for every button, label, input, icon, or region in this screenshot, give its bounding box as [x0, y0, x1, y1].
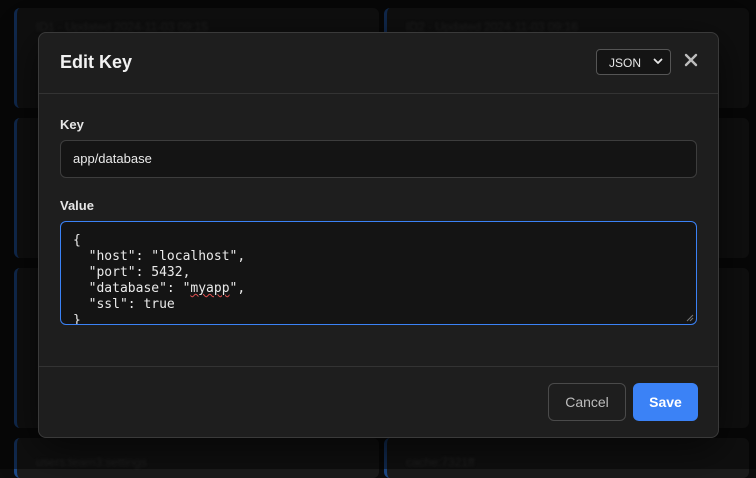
cancel-button[interactable]: Cancel — [548, 383, 626, 421]
key-label: Key — [60, 117, 84, 132]
chevron-down-icon — [653, 58, 663, 64]
dialog-header: Edit Key JSON — [39, 33, 718, 94]
edit-key-dialog: Edit Key JSON Key app/database Value { "… — [38, 32, 719, 438]
code-line: "host": "localhost", — [73, 249, 246, 264]
code-line: } — [73, 313, 81, 325]
dialog-title: Edit Key — [60, 52, 133, 72]
code-line: "database": "myapp", — [73, 281, 684, 297]
footer-divider — [39, 366, 718, 367]
code-line: "ssl": true — [73, 297, 175, 312]
spellcheck-word: myapp — [190, 281, 230, 296]
key-input[interactable]: app/database — [60, 140, 697, 178]
code-line: "port": 5432, — [73, 265, 191, 280]
code-segment: "database": " — [73, 281, 191, 296]
save-button[interactable]: Save — [633, 383, 698, 421]
value-textarea[interactable]: { "host": "localhost", "port": 5432, "da… — [60, 221, 697, 325]
code-segment: ", — [229, 281, 246, 296]
code-line: { — [73, 233, 81, 248]
resize-handle-icon[interactable] — [686, 314, 694, 322]
value-label: Value — [60, 198, 94, 213]
format-select-value: JSON — [609, 56, 642, 70]
format-select[interactable]: JSON — [596, 49, 671, 75]
close-icon[interactable] — [682, 51, 700, 69]
